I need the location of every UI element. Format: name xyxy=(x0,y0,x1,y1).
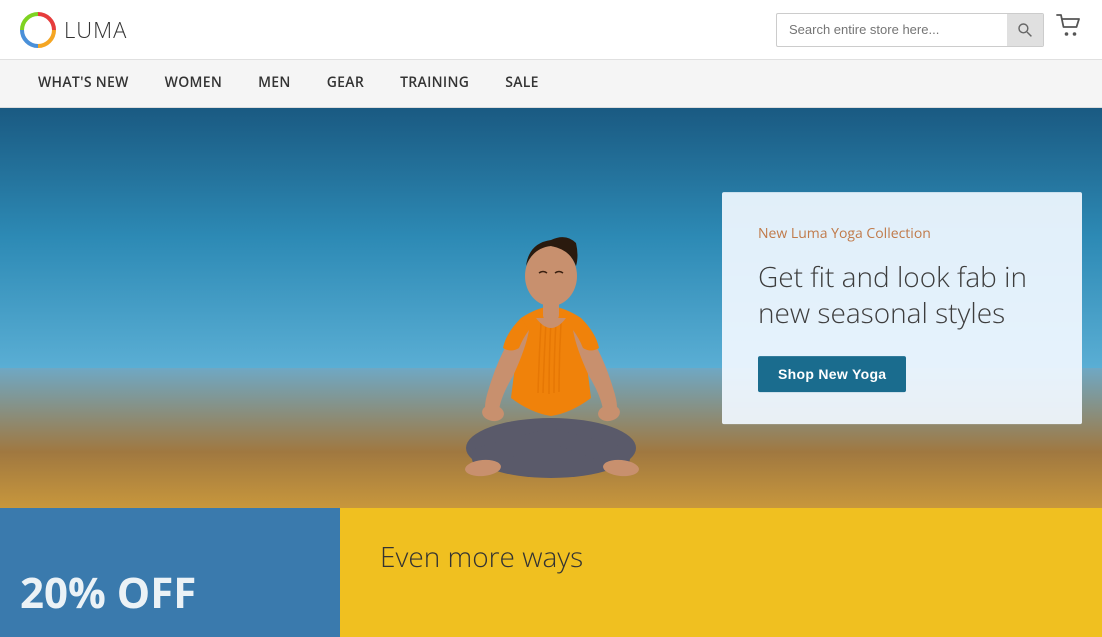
logo-area[interactable]: LUMA xyxy=(20,12,127,48)
cart-button[interactable] xyxy=(1056,14,1082,45)
banner-promo[interactable]: Even more ways xyxy=(340,508,1102,637)
nav-item-sale[interactable]: Sale xyxy=(487,60,557,108)
hero-info-card: New Luma Yoga Collection Get fit and loo… xyxy=(722,192,1082,424)
hero-banner: New Luma Yoga Collection Get fit and loo… xyxy=(0,108,1102,508)
nav-item-training[interactable]: Training xyxy=(382,60,487,108)
shop-new-yoga-button[interactable]: Shop New Yoga xyxy=(758,356,906,392)
hero-title: Get fit and look fab in new seasonal sty… xyxy=(758,259,1046,332)
hero-subtitle: New Luma Yoga Collection xyxy=(758,224,1046,243)
search-icon xyxy=(1017,22,1033,38)
hero-person xyxy=(401,118,701,508)
discount-text: 20% OFF xyxy=(20,564,196,621)
logo-text: LUMA xyxy=(64,15,127,45)
cart-icon xyxy=(1056,14,1082,38)
banner-discount[interactable]: 20% OFF xyxy=(0,508,340,637)
header-right xyxy=(776,13,1082,47)
luma-logo-icon xyxy=(20,12,56,48)
search-button[interactable] xyxy=(1007,14,1043,46)
main-nav: What's New Women Men Gear Training Sale xyxy=(0,60,1102,108)
nav-item-whats-new[interactable]: What's New xyxy=(20,60,147,108)
search-input[interactable] xyxy=(777,22,1007,37)
search-bar[interactable] xyxy=(776,13,1044,47)
promo-text: Even more ways xyxy=(340,508,1102,606)
bottom-banners: 20% OFF Even more ways xyxy=(0,508,1102,637)
nav-list: What's New Women Men Gear Training Sale xyxy=(20,60,557,108)
nav-item-women[interactable]: Women xyxy=(147,60,240,108)
yoga-person-illustration xyxy=(421,138,681,508)
nav-item-gear[interactable]: Gear xyxy=(309,60,382,108)
site-header: LUMA xyxy=(0,0,1102,60)
nav-item-men[interactable]: Men xyxy=(240,60,309,108)
